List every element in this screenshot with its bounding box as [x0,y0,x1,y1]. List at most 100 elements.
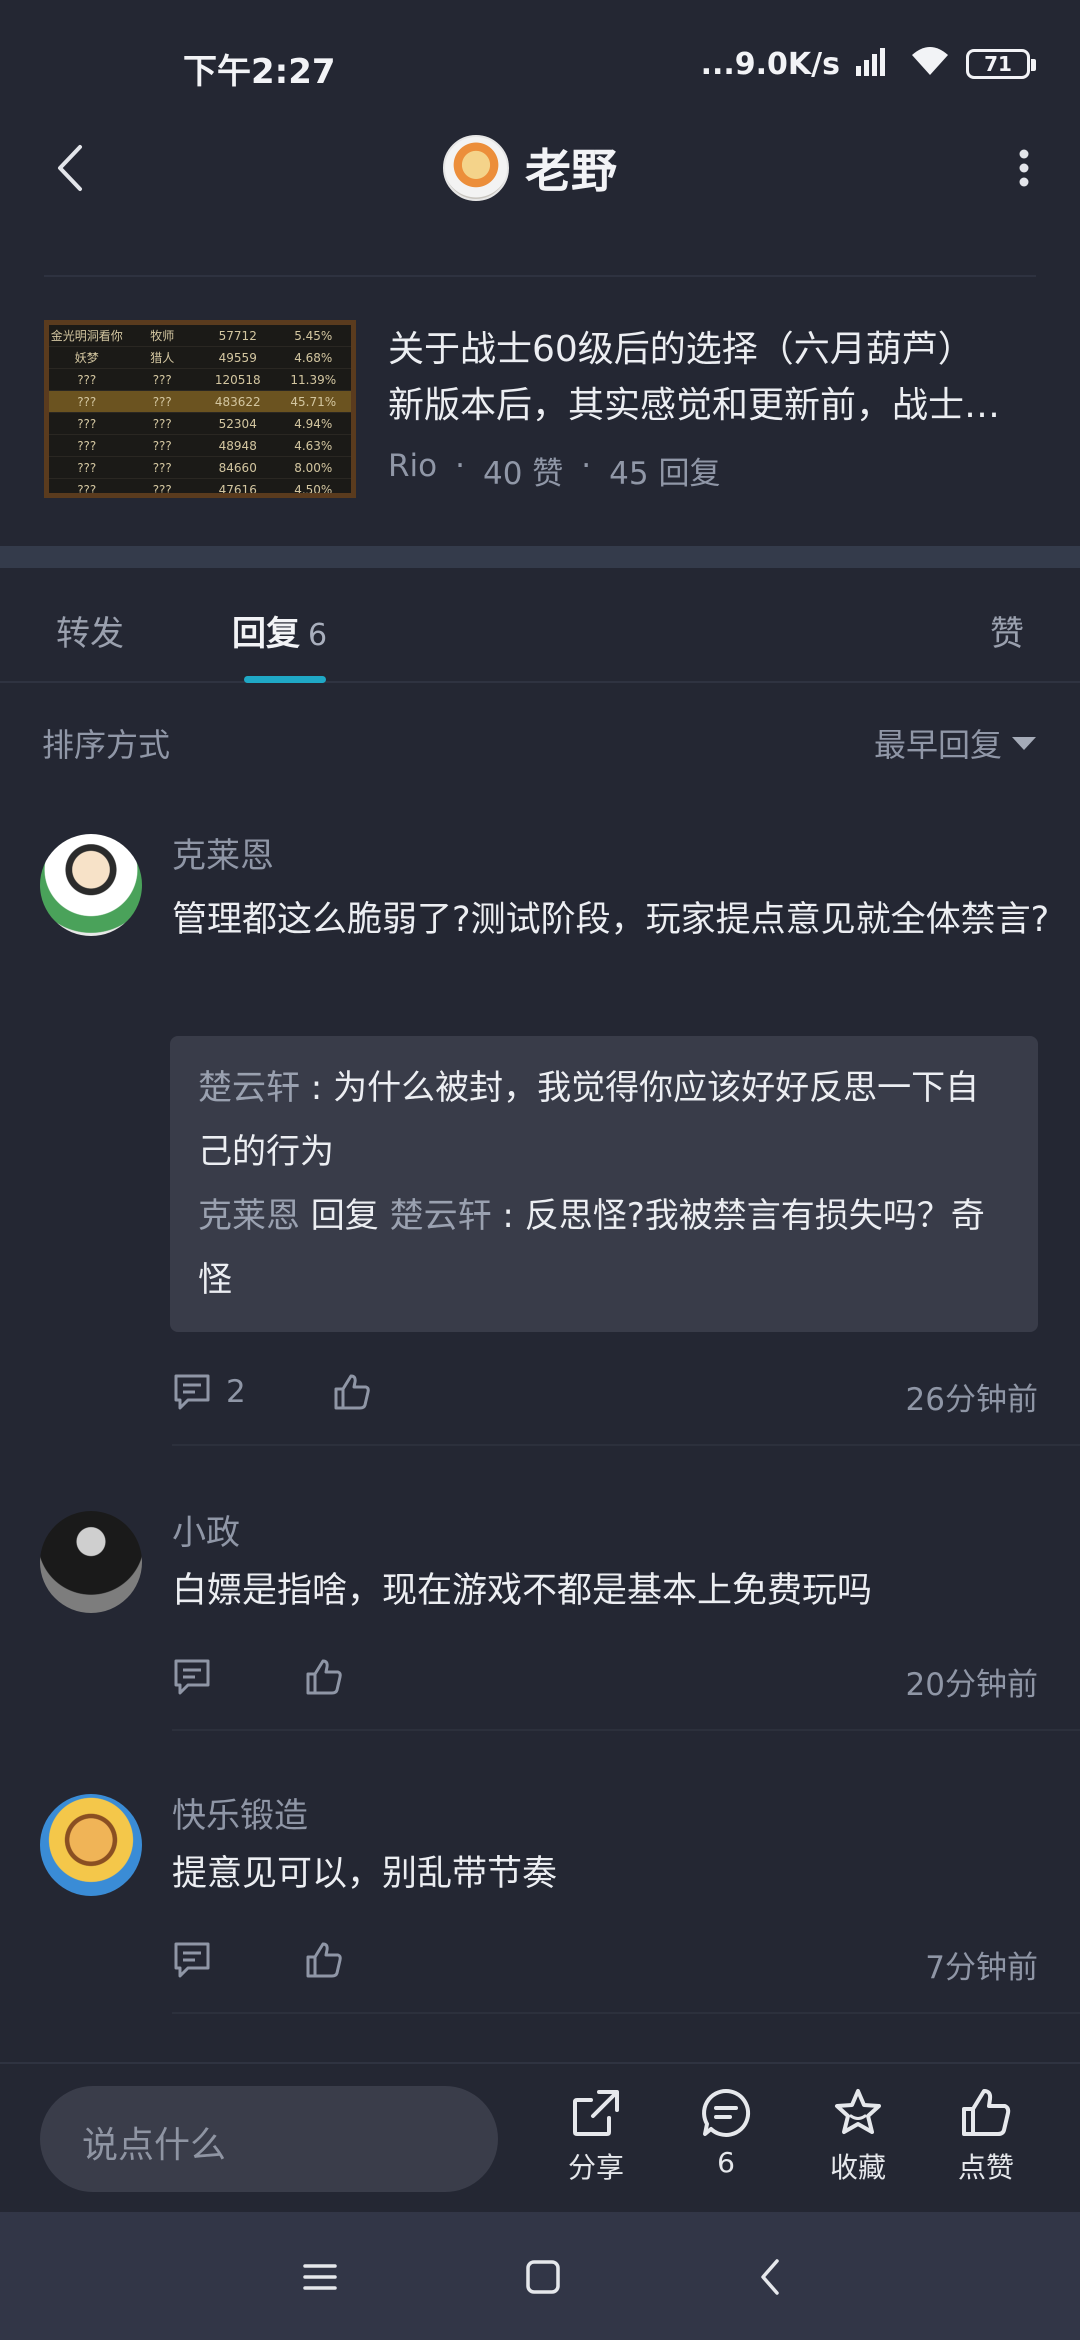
post-title-line: 关于战士60级后的选择（六月葫芦） [388,329,974,370]
thumb-row: ?????? 84660 8.00% [49,457,351,479]
more-button[interactable] [1004,140,1044,196]
like-label: 点赞 [957,2151,1014,2184]
avatar[interactable] [443,134,509,201]
post-likes: 40 赞 [482,456,564,492]
menu-icon [303,2264,337,2290]
tab-reply-count: 6 [308,618,328,653]
comments-button[interactable]: 6 [671,2086,781,2179]
thumb-row: ?????? 483622 45.71% [49,391,351,413]
comment-text: 白嫖是指啥，现在游戏不都是基本上免费玩吗 [172,1571,873,1611]
divider [172,2012,1080,2014]
sort-bar: 排序方式 最早回复 [0,700,1080,780]
comment-bubble-icon [702,2088,751,2137]
divider [172,1729,1080,1731]
divider [44,275,1036,277]
comment-icon [174,1659,210,1695]
like-post-button[interactable]: 点赞 [931,2086,1041,2186]
post-meta: Rio · 40 赞 · 45 回复 [388,448,720,493]
comment-time: 20分钟前 [905,1667,1038,1703]
comments-count: 6 [717,2146,735,2179]
sub-reply-word: 回复 [300,1196,390,1236]
caret-down-icon [1012,736,1036,750]
system-back-button[interactable] [740,2252,800,2302]
thumb-row: ?????? 47616 4.50% [49,479,351,494]
battery-indicator: 71 [966,49,1036,79]
sub-reply: 楚云轩 : 为什么被封，我觉得你应该好好反思一下自己的行为 [198,1056,1010,1184]
thumb-up-icon [962,2089,1011,2136]
meta-separator: · [455,448,465,484]
network-speed: ...9.0K/s [700,46,840,82]
reply-count: 2 [226,1374,246,1410]
avatar[interactable] [40,1511,142,1613]
reply-button[interactable]: 2 [172,1372,246,1412]
sub-reply-target[interactable]: 楚云轩 [390,1196,492,1236]
sort-dropdown[interactable]: 最早回复 [874,720,1036,766]
comment-input-placeholder: 说点什么 [82,2125,227,2166]
recent-apps-button[interactable] [290,2252,350,2302]
tab-like[interactable]: 赞 [990,606,1024,655]
tab-forward[interactable]: 转发 [56,606,124,655]
comment-author[interactable]: 快乐锻造 [172,1788,308,1837]
like-button[interactable] [304,1657,344,1701]
comment-actions: 2 26分钟前 [172,1368,1038,1418]
comment-item: 快乐锻造 提意见可以，别乱带节奏 7分钟前 [0,1788,1080,2018]
share-label: 分享 [567,2151,624,2184]
sort-value: 最早回复 [873,726,1002,764]
comment-actions: 7分钟前 [172,1936,1038,1986]
wifi-icon [908,45,952,83]
thumb-row: 妖梦 猎人 49559 4.68% [49,347,351,369]
thumb-up-icon [334,1374,370,1410]
comment-item: 克莱恩 管理都这么脆弱了?测试阶段，玩家提点意见就全体禁言? 楚云轩 : 为什么… [0,828,1080,1448]
header: 老野 [0,120,1080,215]
square-icon [526,2260,560,2294]
reply-button[interactable] [172,1657,212,1697]
status-bar: 下午2:27 ...9.0K/s 71 [0,0,1080,130]
comment-input[interactable]: 说点什么 [40,2086,498,2192]
post-card[interactable]: 金光明洞看你 牧师 57712 5.45% 妖梦 猎人 49559 4.68% ??????… [0,300,1080,525]
share-button[interactable]: 分享 [541,2086,651,2186]
thumb-row: 金光明洞看你 牧师 57712 5.45% [49,325,351,347]
tab-bar: 转发 回复 6 赞 [0,568,1080,683]
post-thumbnail[interactable]: 金光明洞看你 牧师 57712 5.45% 妖梦 猎人 49559 4.68% ??????… [44,320,356,498]
thumb-row: ?????? 120518 11.39% [49,369,351,391]
sub-replies-box[interactable]: 楚云轩 : 为什么被封，我觉得你应该好好反思一下自己的行为 克莱恩 回复 楚云轩… [170,1036,1038,1332]
tab-indicator [244,676,326,683]
header-title-group[interactable]: 老野 [443,130,617,205]
chevron-left-icon [58,145,82,191]
favorite-button[interactable]: 收藏 [803,2086,913,2186]
home-button[interactable] [513,2252,573,2302]
section-divider [0,546,1080,568]
page-title: 老野 [525,143,617,198]
tab-reply-label: 回复 [232,614,300,654]
comment-icon [174,1942,210,1978]
meta-separator: · [581,448,592,484]
comment-author[interactable]: 小政 [172,1505,240,1554]
sub-reply-user[interactable]: 克莱恩 [198,1196,300,1236]
like-button[interactable] [304,1940,344,1984]
back-button[interactable] [40,138,100,198]
system-nav-bar [0,2212,1080,2340]
thumb-row: ?????? 48948 4.63% [49,435,351,457]
avatar[interactable] [40,1794,142,1896]
comment-actions: 20分钟前 [172,1653,1038,1703]
chevron-left-icon [761,2259,779,2295]
more-vertical-icon [1019,149,1029,187]
reply-button[interactable] [172,1940,212,1980]
comment-author[interactable]: 克莱恩 [172,828,274,877]
sub-reply-user[interactable]: 楚云轩 [198,1068,300,1108]
sub-reply-text: : 为什么被封，我觉得你应该好好反思一下自己的行为 [198,1068,980,1172]
thumb-row: ?????? 52304 4.94% [49,413,351,435]
post-title[interactable]: 关于战士60级后的选择（六月葫芦） 新版本后，其实感觉和更新前，战士… [388,322,1038,434]
post-author: Rio [388,448,438,484]
post-title-line: 新版本后，其实感觉和更新前，战士… [388,385,1001,426]
avatar[interactable] [40,834,142,936]
sort-label: 排序方式 [42,726,171,764]
status-time: 下午2:27 [183,52,336,92]
sub-reply: 克莱恩 回复 楚云轩 : 反思怪?我被禁言有损失吗？奇怪 [198,1184,1010,1312]
divider [172,1444,1080,1446]
like-button[interactable] [332,1372,372,1416]
star-icon [835,2089,881,2134]
tab-reply[interactable]: 回复 6 [232,606,327,655]
comment-text: 提意见可以，别乱带节奏 [172,1854,558,1894]
comment-icon [174,1374,210,1410]
